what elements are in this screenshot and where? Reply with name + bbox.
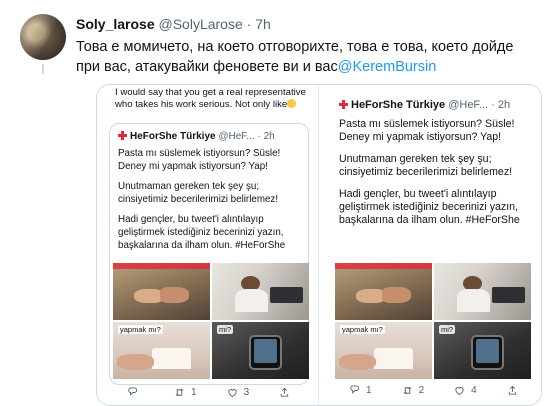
share-icon — [280, 387, 289, 397]
quoted-separator: · — [491, 99, 495, 111]
reply-icon — [350, 385, 360, 394]
avatar-column — [20, 14, 66, 74]
tweet[interactable]: Soly_larose @SolyLarose · 7h Това е моми… — [0, 0, 556, 406]
quoted-paragraph-2: Unutmaman gereken tek şey şu; cinsiyetim… — [118, 181, 279, 205]
quoted-paragraph-3: Hadi gençler, bu tweet'i alıntılayıp gel… — [118, 214, 286, 251]
quoted-tweet-text: Pasta mı süslemek istiyorsun? Süsle! Den… — [339, 118, 524, 236]
retweet-count: 1 — [191, 387, 197, 398]
quoted-author-name: HeForShe Türkiye — [130, 131, 216, 142]
action-bar: 1 3 — [97, 387, 318, 398]
retweet-button[interactable]: 1 — [174, 387, 197, 398]
photo-label-2: mi? — [439, 325, 456, 334]
retweet-button[interactable]: 2 — [402, 385, 425, 396]
quoted-separator: · — [257, 131, 261, 142]
photo-woman-laptop — [434, 263, 531, 320]
quoted-author-name: HeForShe Türkiye — [351, 99, 446, 111]
avatar[interactable] — [20, 14, 66, 60]
header-separator: · — [246, 16, 252, 32]
photo-phone: mi? — [212, 322, 309, 379]
heforshe-logo-icon — [339, 100, 348, 109]
quoted-author-handle: @HeF... — [218, 131, 255, 142]
photo-label-1: yapmak mı? — [118, 325, 163, 334]
photo-fist-bump — [335, 263, 432, 320]
photo-label-1: yapmak mı? — [340, 325, 385, 334]
quoted-tweet-header: HeForShe Türkiye @HeF... · 2h — [339, 99, 510, 111]
photo-grid: yapmak mı? mi? — [113, 263, 309, 379]
smile-emoji-icon — [287, 99, 297, 108]
tweet-media[interactable]: I would say that you get a real represen… — [96, 84, 542, 406]
quoted-time: 2h — [263, 131, 275, 142]
photo-grid: yapmak mı? mi? — [335, 263, 531, 379]
tweet-header: Soly_larose @SolyLarose · 7h — [76, 16, 271, 32]
photo-cake: yapmak mı? — [335, 322, 432, 379]
author-name[interactable]: Soly_larose — [76, 16, 155, 32]
action-bar: 1 2 4 — [319, 385, 541, 396]
quoted-paragraph-2: Unutmaman gereken tek şey şu; cinsiyetim… — [339, 152, 513, 179]
heforshe-logo-icon — [118, 131, 127, 140]
author-handle[interactable]: @SolyLarose — [159, 16, 243, 32]
photo-cake: yapmak mı? — [113, 322, 210, 379]
heart-icon — [455, 387, 464, 396]
heart-icon — [227, 389, 237, 398]
previous-tweet-content: I would say that you get a real represen… — [115, 87, 306, 110]
share-icon — [508, 385, 516, 395]
quoted-tweet-text: Pasta mı süslemek istiyorsun? Süsle! Den… — [118, 148, 303, 260]
media-image-left[interactable]: I would say that you get a real represen… — [97, 85, 319, 405]
retweet-count: 2 — [418, 385, 425, 396]
like-button[interactable]: 3 — [227, 387, 250, 398]
quoted-tweet-header: HeForShe Türkiye @HeF... · 2h — [118, 131, 275, 142]
tweet-time[interactable]: 7h — [255, 16, 271, 32]
quoted-paragraph-3: Hadi gençler, bu tweet'i alıntılayıp gel… — [339, 187, 520, 227]
share-button[interactable] — [279, 387, 296, 398]
retweet-icon — [175, 388, 184, 397]
photo-woman-laptop — [212, 263, 309, 320]
reply-button[interactable] — [127, 387, 144, 398]
retweet-icon — [402, 386, 412, 395]
photo-phone: mi? — [434, 322, 531, 379]
tweet-text-content: Това е момичето, на което отговорихте, т… — [76, 39, 514, 75]
tweet-text: Това е момичето, на което отговорихте, т… — [76, 37, 538, 77]
photo-fist-bump — [113, 263, 210, 320]
share-button[interactable] — [507, 385, 524, 396]
media-image-right[interactable]: HeForShe Türkiye @HeF... · 2h Pasta mı s… — [319, 85, 541, 405]
like-count: 4 — [471, 385, 477, 396]
photo-label-2: mi? — [217, 325, 234, 334]
quoted-time: 2h — [497, 99, 511, 111]
quoted-paragraph-1: Pasta mı süslemek istiyorsun? Süsle! Den… — [339, 118, 515, 144]
reply-button[interactable]: 1 — [349, 385, 372, 396]
reply-count: 1 — [366, 385, 372, 396]
like-count: 3 — [243, 387, 250, 398]
thread-line — [42, 64, 44, 74]
quoted-paragraph-1: Pasta mı süslemek istiyorsun? Süsle! Den… — [118, 148, 281, 172]
quoted-author-handle: @HeF... — [448, 99, 489, 111]
previous-tweet-text: I would say that you get a real represen… — [115, 87, 310, 111]
like-button[interactable]: 4 — [454, 385, 477, 396]
reply-icon — [128, 387, 138, 396]
mention-link[interactable]: @KeremBursin — [338, 59, 437, 75]
